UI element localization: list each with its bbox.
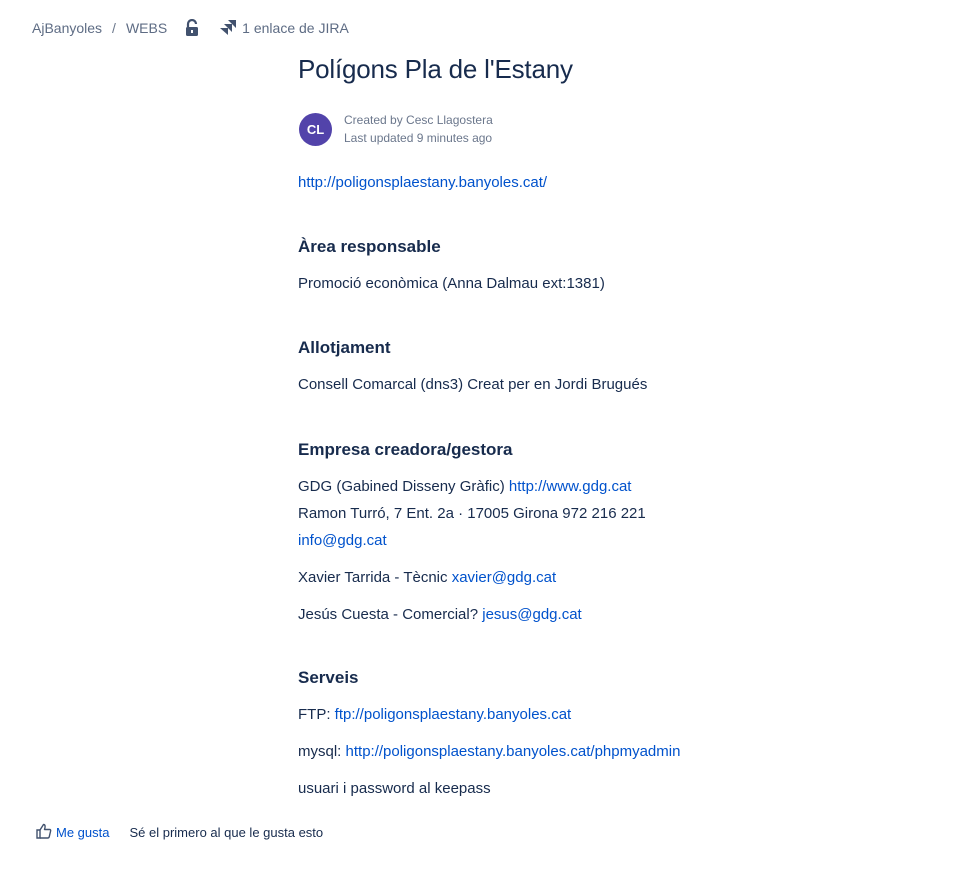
ftp-line: FTP: ftp://poligonsplaestany.banyoles.ca… (298, 703, 938, 727)
contact-comercial-label: Jesús Cuesta - Comercial? (298, 606, 479, 623)
breadcrumb-separator: / (112, 20, 116, 36)
contact-tecnic-label: Xavier Tarrida - Tècnic (298, 569, 448, 586)
mysql-label: mysql: (298, 743, 342, 760)
thumbs-up-icon (36, 823, 56, 842)
hosting-text: Consell Comarcal (dns3) Creat per en Jor… (298, 376, 648, 393)
unlocked-padlock-icon[interactable] (183, 19, 201, 37)
area-heading: Àrea responsable (298, 237, 441, 256)
company-name: GDG (Gabined Disseny Gràfic) (298, 478, 505, 495)
company-email-link[interactable]: info@gdg.cat (298, 532, 387, 549)
jira-icon (219, 19, 242, 38)
credentials-note: usuari i password al keepass (298, 780, 491, 797)
contact-comercial-email-link[interactable]: jesus@gdg.cat (482, 606, 581, 623)
ftp-link[interactable]: ftp://poligonsplaestany.banyoles.cat (335, 706, 572, 723)
last-updated[interactable]: Last updated 9 minutes ago (344, 129, 493, 147)
jira-links-label: 1 enlace de JIRA (242, 20, 349, 36)
hosting-heading: Allotjament (298, 338, 391, 357)
page-content: http://poligonsplaestany.banyoles.cat/ À… (298, 171, 938, 801)
breadcrumb-page[interactable]: WEBS (126, 20, 167, 36)
avatar[interactable]: CL (299, 112, 332, 146)
company-line: GDG (Gabined Disseny Gràfic) http://www.… (298, 475, 938, 499)
like-label: Me gusta (56, 825, 110, 840)
contact-tecnic-email-link[interactable]: xavier@gdg.cat (452, 569, 556, 586)
breadcrumb: AjBanyoles / WEBS 1 enlace de JIRA (32, 18, 349, 38)
area-text: Promoció econòmica (Anna Dalmau ext:1381… (298, 275, 605, 292)
contact-comercial: Jesús Cuesta - Comercial? jesus@gdg.cat (298, 603, 938, 627)
company-website-link[interactable]: http://www.gdg.cat (509, 478, 632, 495)
jira-links[interactable]: 1 enlace de JIRA (219, 19, 349, 38)
like-bar: Me gusta Sé el primero al que le gusta e… (36, 823, 323, 842)
breadcrumb-space[interactable]: AjBanyoles (32, 20, 102, 36)
company-address: Ramon Turró, 7 Ent. 2a · 17005 Girona 97… (298, 505, 646, 522)
like-button[interactable]: Me gusta (36, 823, 109, 842)
mysql-link[interactable]: http://poligonsplaestany.banyoles.cat/ph… (346, 743, 681, 760)
created-by: Created by Cesc Llagostera (344, 113, 493, 127)
page-title: Polígons Pla de l'Estany (298, 54, 573, 84)
page-byline: CL Created by Cesc Llagostera Last updat… (299, 111, 493, 147)
ftp-label: FTP: (298, 706, 331, 723)
site-url-link[interactable]: http://poligonsplaestany.banyoles.cat/ (298, 174, 547, 191)
like-note: Sé el primero al que le gusta esto (129, 825, 324, 840)
byline-text: Created by Cesc Llagostera Last updated … (344, 111, 493, 147)
mysql-line: mysql: http://poligonsplaestany.banyoles… (298, 740, 938, 764)
contact-tecnic: Xavier Tarrida - Tècnic xavier@gdg.cat (298, 566, 938, 590)
company-heading: Empresa creadora/gestora (298, 440, 513, 459)
services-heading: Serveis (298, 668, 359, 687)
